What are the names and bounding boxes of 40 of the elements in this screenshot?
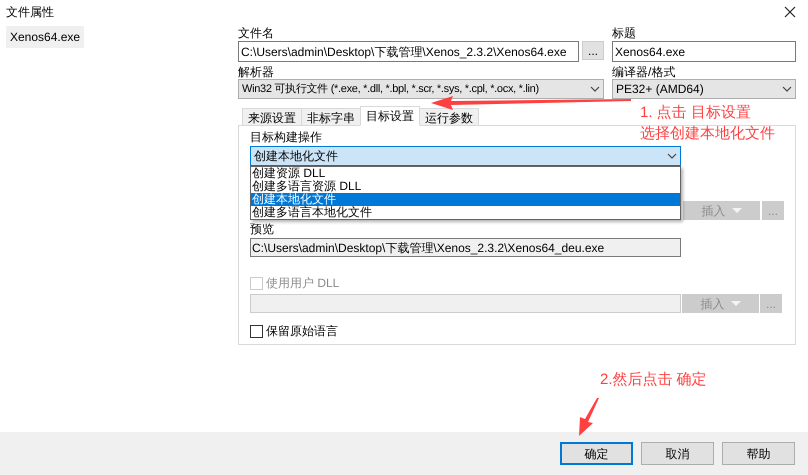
tab[interactable]: 运行参数: [419, 108, 479, 126]
close-icon[interactable]: [784, 6, 796, 18]
tab[interactable]: 来源设置: [242, 108, 302, 126]
field-label: 标题: [612, 26, 637, 40]
field-label: 目标构建操作: [250, 130, 322, 144]
user-dll-field[interactable]: [250, 294, 681, 313]
annotation-text: 2.然后点击 确定: [600, 370, 707, 389]
caret-down-icon: [730, 301, 740, 306]
field-label: 编译器/格式: [612, 65, 676, 79]
file-name-field[interactable]: C:\Users\admin\Desktop\下载管理\Xenos_2.3.2\Xenos64.exe: [238, 41, 579, 62]
file-list-item[interactable]: Xenos64.exe: [6, 26, 84, 48]
build-action-combobox[interactable]: 创建本地化文件: [250, 146, 681, 166]
chevron-down-icon: [667, 153, 677, 159]
arrow-annotation: [576, 398, 600, 436]
caret-down-icon: [732, 208, 742, 213]
more-button[interactable]: ...: [582, 41, 604, 60]
tab[interactable]: 非标字串: [301, 108, 361, 126]
parser-select[interactable]: Win32 可执行文件 (*.exe, *.dll, *.bpl, *.scr, *.sys, *.cpl, *.ocx, *.lin): [238, 79, 604, 99]
title-field[interactable]: Xenos64.exe: [612, 41, 796, 62]
checkbox-label: 使用用户 DLL: [266, 275, 340, 292]
annotation-text: 选择创建本地化文件: [640, 124, 775, 143]
tab[interactable]: 目标设置: [360, 106, 420, 126]
field-label: 文件名: [238, 26, 275, 40]
dropdown-option[interactable]: 创建多语言本地化文件: [251, 206, 680, 219]
annotation-text: 1. 点击 目标设置: [640, 103, 751, 122]
dialog-button[interactable]: 帮助: [722, 442, 795, 465]
chevron-down-icon: [590, 86, 600, 92]
field-label: 预览: [250, 222, 274, 236]
dialog-button[interactable]: 确定: [560, 442, 633, 465]
checkbox[interactable]: [250, 324, 263, 338]
preview-field[interactable]: C:\Users\admin\Desktop\下载管理\Xenos_2.3.2\Xenos64_deu.exe: [250, 238, 681, 257]
dialog-button[interactable]: 取消: [641, 442, 714, 465]
dropdown-option[interactable]: 创建多语言资源 DLL: [251, 180, 680, 193]
dropdown-option[interactable]: 创建资源 DLL: [251, 167, 680, 180]
checkbox-label: 保留原始语言: [266, 323, 338, 340]
dropdown-option[interactable]: 创建本地化文件: [251, 193, 680, 206]
window-title: 文件属性: [6, 4, 54, 21]
chevron-down-icon: [782, 86, 792, 92]
compiler-select[interactable]: PE32+ (AMD64): [612, 79, 796, 99]
field-label: 解析器: [238, 65, 275, 79]
